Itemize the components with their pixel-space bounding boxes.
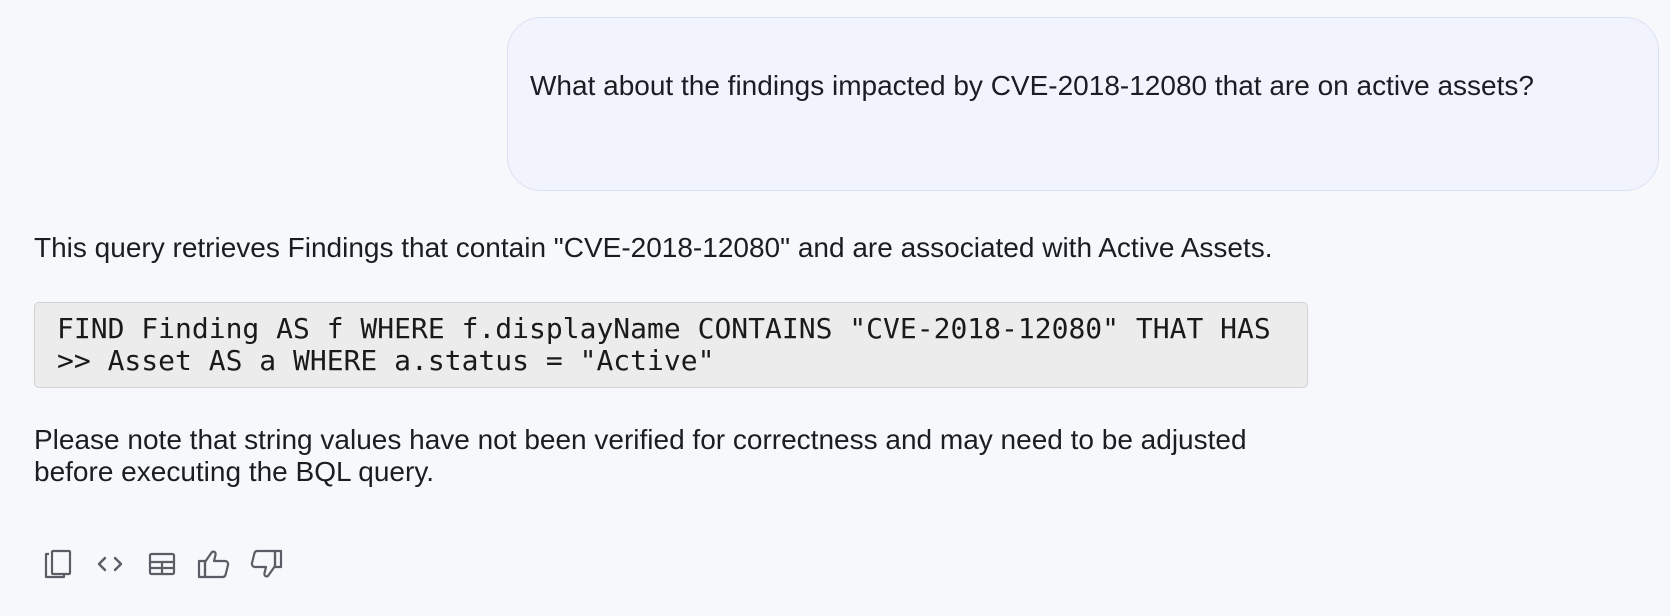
bql-query-code-block[interactable]: FIND Finding AS f WHERE f.displayName CO… — [34, 302, 1308, 388]
assistant-intro-text: This query retrieves Findings that conta… — [34, 232, 1273, 263]
assistant-note-text: Please note that string values have not … — [34, 424, 1247, 487]
message-actions-toolbar — [38, 544, 298, 584]
thumbs-down-button[interactable] — [246, 544, 286, 584]
view-code-button[interactable] — [90, 544, 130, 584]
thumbs-up-icon — [197, 548, 231, 580]
table-icon — [147, 551, 177, 577]
user-message-text: What about the findings impacted by CVE-… — [530, 70, 1534, 101]
thumbs-down-icon — [249, 548, 283, 580]
copy-button[interactable] — [38, 544, 78, 584]
thumbs-up-button[interactable] — [194, 544, 234, 584]
assistant-message: This query retrieves Findings that conta… — [34, 232, 1314, 488]
copy-icon — [43, 548, 73, 580]
view-table-button[interactable] — [142, 544, 182, 584]
user-message-bubble: What about the findings impacted by CVE-… — [507, 17, 1659, 191]
code-icon — [95, 554, 125, 574]
